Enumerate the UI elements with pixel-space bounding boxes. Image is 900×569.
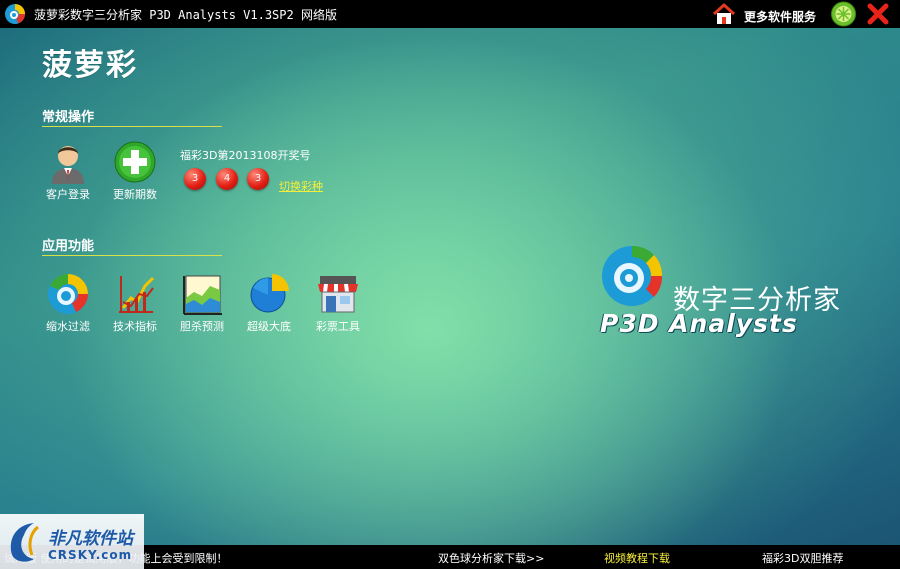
video-tutorial-download-link[interactable]: 视频教程下载 [604, 550, 670, 566]
section-divider-general [42, 126, 222, 127]
lottery-tools-label: 彩票工具 [316, 320, 360, 333]
section-title-apps: 应用功能 [42, 239, 95, 254]
user-icon [52, 146, 84, 184]
close-button[interactable] [866, 2, 890, 26]
indicator-chart-icon [119, 276, 155, 313]
draw-ball-1: 3 [184, 168, 206, 190]
pie-chart-icon [250, 274, 289, 313]
watermark-logo-icon [10, 523, 39, 562]
draw-result-title: 福彩3D第2013108开奖号 [180, 149, 311, 162]
app-logo-icon [5, 4, 25, 24]
brand-logo-text: 菠萝彩 [42, 48, 138, 83]
more-software-service-link[interactable]: 更多软件服务 [744, 8, 816, 25]
update-issues-label: 更新期数 [113, 188, 157, 201]
site-watermark: 非凡软件站 CRSKY.com [0, 514, 144, 569]
filter-button[interactable]: 缩水过滤 [38, 272, 98, 334]
customer-login-button[interactable]: 客户登录 [38, 140, 98, 202]
forecast-button[interactable]: 胆杀预测 [172, 272, 232, 334]
customer-login-label: 客户登录 [46, 188, 90, 201]
indicator-label: 技术指标 [113, 320, 157, 333]
watermark-site-name: 非凡软件站 [48, 529, 133, 549]
forecast-label: 胆杀预测 [180, 320, 224, 333]
window-title: 菠萝彩数字三分析家 P3D Analysts V1.3SP2 网络版 [34, 8, 337, 22]
update-issues-button[interactable]: 更新期数 [105, 140, 165, 202]
forecast-chart-icon [183, 275, 222, 315]
indicator-button[interactable]: 技术指标 [105, 272, 165, 334]
home-icon[interactable] [712, 3, 736, 25]
store-icon [318, 276, 358, 313]
product-name-en: P3D Analysts [600, 309, 798, 338]
double-pick-recommend-link[interactable]: 福彩3D双胆推荐 [762, 550, 843, 566]
super-base-label: 超级大底 [247, 320, 291, 333]
switch-lottery-link[interactable]: 切换彩种 [279, 178, 323, 194]
section-divider-apps [42, 255, 222, 256]
filter-label: 缩水过滤 [46, 320, 90, 333]
lottery-tools-button[interactable]: 彩票工具 [308, 272, 368, 334]
watermark-site-domain: CRSKY.com [48, 548, 133, 562]
ssq-analyst-download-link[interactable]: 双色球分析家下载>> [438, 550, 544, 566]
app-window: 菠萝彩数字三分析家 P3D Analysts V1.3SP2 网络版 更多软件服… [0, 0, 900, 569]
draw-ball-3: 3 [247, 168, 269, 190]
super-base-button[interactable]: 超级大底 [239, 272, 299, 334]
minimize-button[interactable] [830, 1, 857, 27]
product-logo-icon [602, 245, 663, 306]
filter-icon [48, 274, 88, 314]
title-bar: 菠萝彩数字三分析家 P3D Analysts V1.3SP2 网络版 更多软件服… [0, 0, 900, 28]
draw-ball-2: 4 [216, 168, 238, 190]
section-title-general: 常规操作 [42, 110, 95, 125]
plus-icon [114, 141, 156, 183]
